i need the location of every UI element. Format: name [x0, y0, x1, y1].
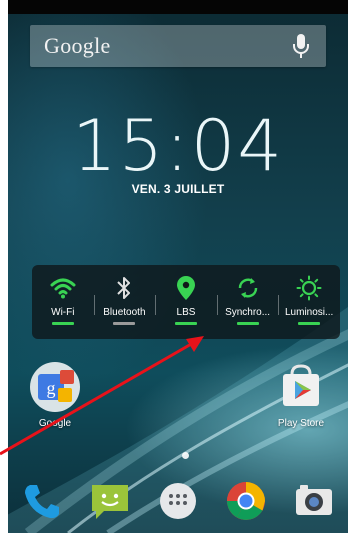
location-icon [171, 273, 201, 303]
mic-icon[interactable] [292, 32, 310, 60]
brightness-icon [294, 273, 324, 303]
wifi-icon [48, 273, 78, 303]
qs-toggle-lbs[interactable]: LBS [155, 265, 217, 339]
google-logo: Google [44, 33, 111, 58]
home-screen: Google 15:04 VEN. 3 JUILLET Wi-Fi Blueto… [8, 0, 348, 533]
qs-indicator-on [236, 322, 259, 325]
desktop-play-store-label: Play Store [277, 418, 325, 429]
clock-time[interactable]: 15:04 [8, 105, 348, 187]
dock [8, 468, 348, 533]
camera-icon[interactable] [292, 479, 336, 523]
qs-label: Luminosi... [284, 307, 334, 318]
qs-indicator-on [51, 322, 74, 325]
play-store-icon [283, 364, 319, 406]
desktop-google-folder[interactable]: g Google [28, 360, 82, 429]
qs-label: LBS [176, 307, 196, 318]
phone-icon[interactable] [20, 479, 64, 523]
qs-indicator-off [113, 322, 136, 325]
chrome-icon[interactable] [224, 479, 268, 523]
clock-date: VEN. 3 JUILLET [131, 182, 225, 196]
qs-toggle-wifi[interactable]: Wi-Fi [32, 265, 94, 339]
svg-text:g: g [47, 378, 56, 398]
messaging-icon[interactable] [88, 479, 132, 523]
qs-indicator-on [298, 322, 321, 325]
google-folder-icon: g [30, 362, 80, 412]
qs-indicator-on [174, 322, 197, 325]
qs-toggle-brightness[interactable]: Luminosi... [278, 265, 340, 339]
google-search-bar[interactable]: Google [30, 25, 326, 67]
qs-toggle-bluetooth[interactable]: Bluetooth [93, 265, 156, 339]
qs-label: Bluetooth [103, 307, 146, 318]
desktop-google-label: Google [38, 418, 72, 429]
quick-settings-widget: Wi-Fi Bluetooth LBS Synchro... Luminosi.… [32, 265, 340, 339]
qs-label: Wi-Fi [51, 307, 75, 318]
desktop-play-store[interactable]: Play Store [274, 360, 328, 429]
page-indicator [182, 452, 189, 459]
qs-toggle-sync[interactable]: Synchro... [216, 265, 279, 339]
sync-icon [233, 273, 263, 303]
app-drawer-icon[interactable] [156, 479, 200, 523]
bluetooth-icon [109, 273, 139, 303]
qs-label: Synchro... [225, 307, 271, 318]
